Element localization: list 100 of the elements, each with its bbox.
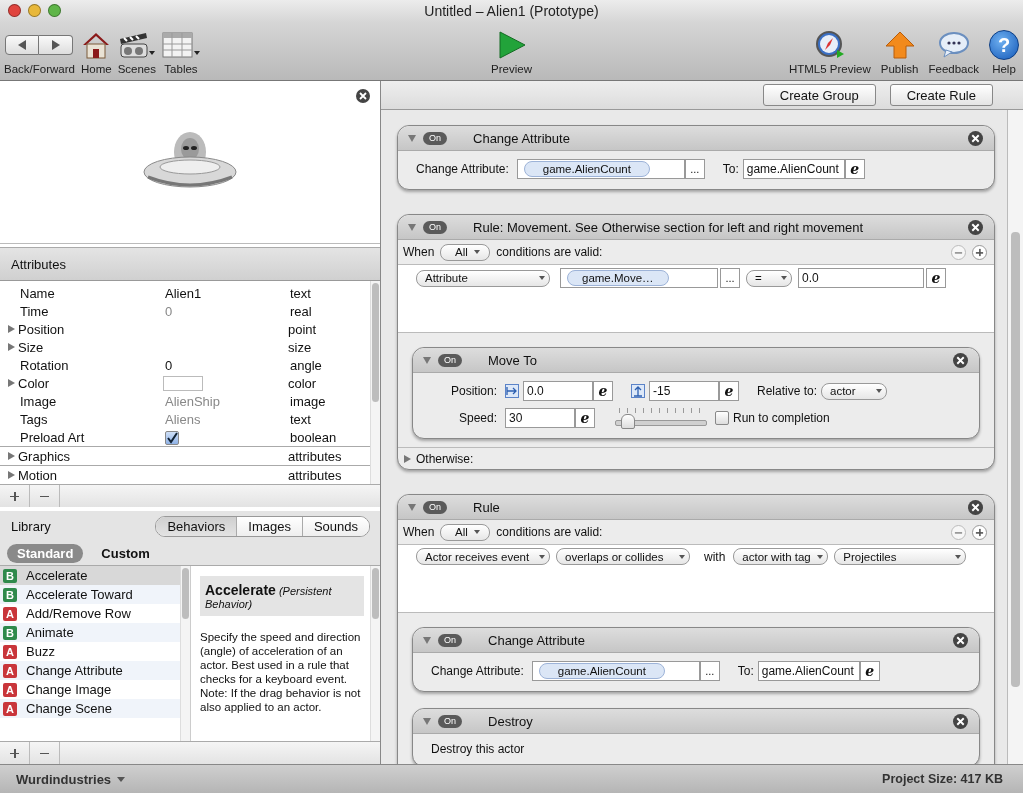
disclosure-triangle-icon[interactable] <box>423 356 431 364</box>
behavior-list-item[interactable]: A Buzz <box>0 642 180 661</box>
y-field[interactable]: -15 <box>649 381 719 401</box>
expression-button[interactable]: e <box>719 381 739 401</box>
expression-button[interactable]: e <box>926 268 946 288</box>
disclosure-triangle-icon[interactable] <box>8 343 15 351</box>
remove-condition-button[interactable] <box>951 244 966 260</box>
behavior-list-item[interactable]: B Accelerate <box>0 566 180 585</box>
back-button[interactable] <box>5 35 40 55</box>
on-toggle[interactable]: On <box>438 714 462 728</box>
toolbar-button[interactable]: ? Help <box>989 29 1019 75</box>
scrollbar[interactable] <box>1007 110 1023 764</box>
close-icon[interactable] <box>968 219 983 235</box>
close-icon[interactable] <box>953 352 968 368</box>
toolbar-button[interactable]: Publish <box>880 29 919 75</box>
x-field[interactable]: 0.0 <box>523 381 593 401</box>
behavior-list-item[interactable]: B Animate <box>0 623 180 642</box>
attribute-picker-button[interactable]: ... <box>720 268 740 288</box>
target-dropdown[interactable]: actor with tag <box>733 548 829 565</box>
toolbar-button[interactable]: Feedback <box>928 29 979 75</box>
disclosure-triangle-icon[interactable] <box>423 717 431 725</box>
conditions-label: conditions are valid: <box>496 525 603 539</box>
library-tab[interactable]: Images <box>236 516 302 536</box>
attribute-field[interactable]: game.AlienCount <box>531 661 700 681</box>
tag-dropdown[interactable]: Projectiles <box>834 548 967 565</box>
toolbar-button[interactable]: Create Group <box>762 84 876 106</box>
add-condition-button[interactable] <box>972 244 987 260</box>
on-toggle[interactable]: On <box>438 633 462 647</box>
behavior-list-item[interactable]: A Add/Remove Row <box>0 604 180 623</box>
checkbox[interactable] <box>165 430 179 445</box>
disclosure-triangle-icon[interactable] <box>8 452 15 460</box>
minimize-window-button[interactable] <box>28 4 41 17</box>
attribute-value: 0 <box>165 303 173 319</box>
filter-tab[interactable]: Custom <box>91 543 160 563</box>
attribute-token: game.AlienCount <box>523 161 650 177</box>
value-field[interactable]: 0.0 <box>798 268 924 288</box>
field-label: Relative to: <box>757 384 818 398</box>
attribute-field[interactable]: game.AlienCount <box>516 159 685 179</box>
close-icon[interactable] <box>953 632 968 648</box>
behavior-list-item[interactable]: A Change Image <box>0 680 180 699</box>
remove-condition-button[interactable] <box>951 524 966 540</box>
expression-button[interactable]: e <box>844 159 865 179</box>
relative-to-dropdown[interactable]: actor <box>821 382 888 400</box>
operator-dropdown[interactable]: = <box>746 269 792 287</box>
add-condition-button[interactable] <box>972 524 987 540</box>
disclosure-triangle-icon[interactable] <box>404 454 411 463</box>
disclosure-triangle-icon[interactable] <box>408 223 416 231</box>
forward-button[interactable] <box>39 35 74 55</box>
toolbar-button[interactable]: Tables <box>162 29 200 75</box>
condition-type-dropdown[interactable]: Attribute <box>416 269 550 287</box>
disclosure-triangle-icon[interactable] <box>423 636 431 644</box>
scrollbar[interactable] <box>370 281 380 484</box>
match-dropdown[interactable]: All <box>440 523 491 541</box>
slider-thumb[interactable] <box>621 414 636 429</box>
toolbar-button[interactable]: Preview <box>491 29 532 75</box>
library-tab[interactable]: Sounds <box>301 516 369 536</box>
on-toggle[interactable]: On <box>438 353 462 367</box>
on-toggle[interactable]: On <box>423 131 447 145</box>
description-heading: Accelerate (Persistent Behavior) <box>200 576 364 616</box>
on-toggle[interactable]: On <box>423 220 447 234</box>
disclosure-triangle-icon[interactable] <box>408 134 416 142</box>
behavior-list-item[interactable]: A Change Scene <box>0 699 180 718</box>
behavior-list-item[interactable]: A Change Attribute <box>0 661 180 680</box>
color-swatch[interactable] <box>163 376 203 392</box>
on-toggle[interactable]: On <box>423 500 447 514</box>
close-icon[interactable] <box>968 499 983 515</box>
toolbar-button[interactable]: Scenes <box>117 29 156 75</box>
disclosure-triangle-icon[interactable] <box>408 503 416 511</box>
expression-button[interactable]: e <box>859 661 880 681</box>
speed-field[interactable]: 30 <box>505 408 575 428</box>
close-icon[interactable] <box>356 89 370 103</box>
value-field[interactable]: game.AlienCount <box>742 159 845 179</box>
close-icon[interactable] <box>968 130 983 146</box>
attribute-picker-button[interactable]: ... <box>699 661 720 681</box>
toolbar-button[interactable]: Home <box>80 29 112 75</box>
close-window-button[interactable] <box>8 4 21 17</box>
toolbar-button[interactable]: Create Rule <box>889 84 993 106</box>
attribute-picker-button[interactable]: ... <box>684 159 705 179</box>
close-icon[interactable] <box>953 713 968 729</box>
behavior-list-item[interactable]: B Accelerate Toward <box>0 585 180 604</box>
checkbox[interactable] <box>715 411 729 425</box>
behavior-type-badge: A <box>3 682 17 697</box>
zoom-window-button[interactable] <box>48 4 61 17</box>
condition-type-dropdown[interactable]: Actor receives event <box>416 548 550 565</box>
scrollbar[interactable] <box>370 566 380 741</box>
help-icon: ? <box>989 30 1019 60</box>
expression-button[interactable]: e <box>593 381 613 401</box>
value-field[interactable]: game.AlienCount <box>757 661 860 681</box>
toolbar-button[interactable]: HTML5 Preview <box>788 29 871 75</box>
attribute-field[interactable]: game.Move… <box>560 268 718 288</box>
account-dropdown[interactable]: Wurdindustries <box>16 771 126 787</box>
disclosure-triangle-icon[interactable] <box>8 379 15 387</box>
up-arrow-icon <box>884 31 915 59</box>
disclosure-triangle-icon[interactable] <box>8 325 15 333</box>
speed-slider[interactable] <box>615 408 707 428</box>
expression-button[interactable]: e <box>575 408 595 428</box>
library-tab[interactable]: Behaviors <box>156 516 237 536</box>
match-dropdown[interactable]: All <box>440 243 491 261</box>
event-dropdown[interactable]: overlaps or collides <box>556 548 690 565</box>
scrollbar[interactable] <box>180 566 190 741</box>
